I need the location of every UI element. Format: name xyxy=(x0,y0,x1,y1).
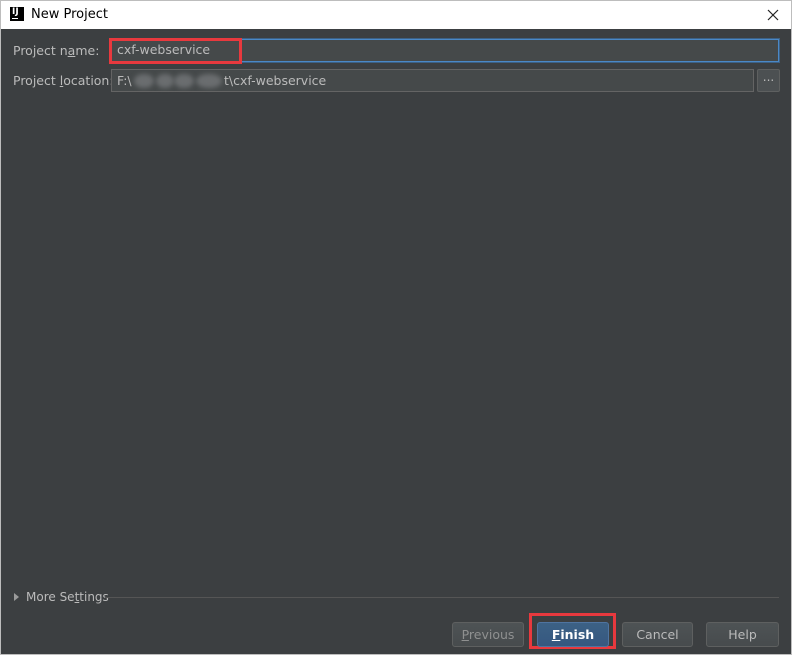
redacted-path-blur xyxy=(134,74,154,88)
title-bar[interactable]: IJ New Project xyxy=(1,1,791,29)
redacted-path-blur xyxy=(156,74,174,88)
project-location-label: Project location: xyxy=(13,73,114,89)
more-settings-toggle[interactable]: More Settings xyxy=(12,589,109,605)
previous-button[interactable]: Previous xyxy=(452,622,524,647)
project-name-input[interactable]: cxf-webservice xyxy=(111,39,779,62)
intellij-app-icon: IJ xyxy=(10,7,24,21)
redacted-path-blur xyxy=(174,74,194,88)
help-button[interactable]: Help xyxy=(706,622,779,647)
project-name-label-start: Project n xyxy=(13,43,68,58)
new-project-dialog: IJ New Project Project name: cxf-webserv… xyxy=(0,0,792,655)
previous-button-mnemonic: P xyxy=(461,627,469,642)
project-location-label-end: ocation: xyxy=(63,73,114,88)
dialog-title: New Project xyxy=(31,7,108,22)
close-icon[interactable] xyxy=(763,5,783,25)
project-name-label-end: me: xyxy=(75,43,100,58)
project-location-value-prefix: F:\ xyxy=(117,73,132,88)
project-location-value-suffix: t\cxf-webservice xyxy=(224,73,327,88)
cancel-button[interactable]: Cancel xyxy=(622,622,693,647)
redacted-path-blur xyxy=(196,74,222,88)
more-settings-label-start: More Se xyxy=(26,590,75,604)
expand-triangle-icon xyxy=(14,593,19,601)
project-name-label: Project name: xyxy=(13,43,99,59)
more-settings-separator xyxy=(105,597,779,598)
project-location-label-start: Project xyxy=(13,73,60,88)
finish-button-label: inish xyxy=(560,627,595,642)
more-settings-label: More Settings xyxy=(26,590,109,604)
project-name-value: cxf-webservice xyxy=(117,42,211,57)
finish-button[interactable]: Finish xyxy=(537,622,609,647)
previous-button-label: revious xyxy=(468,627,515,642)
browse-location-button[interactable]: ... xyxy=(757,69,780,92)
project-location-input[interactable]: F:\ t\cxf-webservice xyxy=(111,69,754,92)
